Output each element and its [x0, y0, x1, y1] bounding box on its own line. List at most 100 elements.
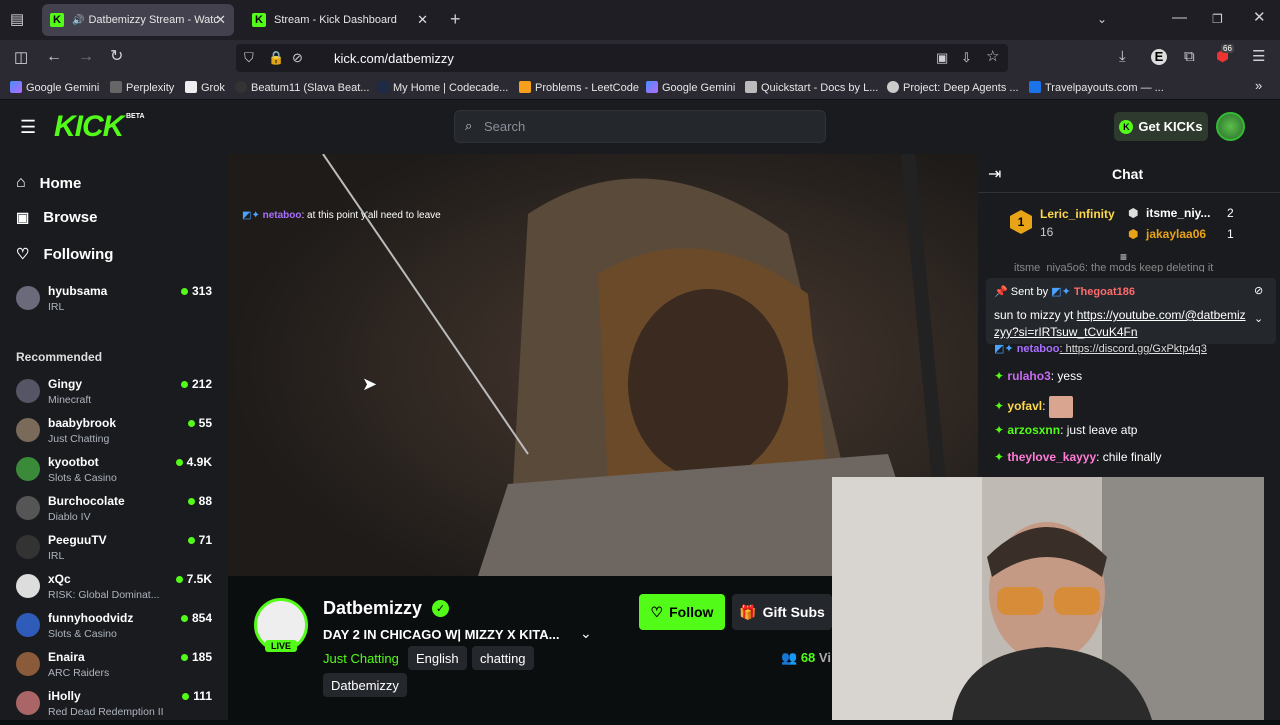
kick-logo[interactable]: KICK [54, 110, 124, 144]
unpin-icon[interactable]: ⊘ [1254, 284, 1263, 297]
permissions-icon[interactable]: ⊘ [292, 50, 303, 66]
sidebar-channel[interactable]: PeeguuTV IRL 71 [16, 533, 216, 569]
avatar [16, 496, 40, 520]
nav-home[interactable]: ⌂ Home [16, 174, 81, 192]
tag-datbemizzy[interactable]: Datbemizzy [323, 673, 407, 697]
extension-e-icon[interactable]: E [1151, 49, 1167, 65]
kicks-coin-icon: K [1119, 119, 1134, 134]
chat-title: Chat [1112, 166, 1144, 182]
viewer-count: 88 [187, 494, 212, 508]
nav-browse[interactable]: ▣ Browse [16, 209, 97, 226]
channel-category: Red Dead Redemption II [48, 706, 164, 718]
downloads-icon[interactable]: ⤓ [1119, 49, 1126, 65]
menu-hamburger-icon[interactable]: ☰ [20, 117, 36, 138]
sidebar-channel[interactable]: Enaira ARC Raiders 185 [16, 650, 216, 686]
tab-datbemizzy[interactable]: K 🔊 Datbemizzy Stream - Watch ✕ [42, 4, 234, 36]
speaker-icon[interactable]: 🔊 [72, 15, 84, 26]
perplexity-icon [110, 81, 122, 93]
tab-overflow-chevron-icon[interactable]: ⌄ [1097, 11, 1107, 27]
bookmark-item[interactable]: Grok [185, 81, 225, 94]
leader-name[interactable]: itsme_niy... [1146, 206, 1210, 220]
category-link[interactable]: Just Chatting [323, 651, 399, 666]
get-kicks-label: Get KICKs [1138, 119, 1203, 134]
forward-icon[interactable]: → [78, 49, 94, 65]
bookmark-item[interactable]: Beatum11 (Slava Beat... [235, 81, 369, 94]
reload-icon[interactable]: ↻ [110, 49, 123, 65]
channel-name: Enaira [48, 650, 85, 664]
bookmark-item[interactable]: Quickstart - Docs by L... [745, 81, 878, 94]
gift-subs-button[interactable]: 🎁 Gift Subs [732, 594, 832, 630]
nav-label: Home [39, 174, 82, 192]
sidebar-toggle-icon[interactable]: ◫ [14, 50, 28, 66]
url-text[interactable]: kick.com/datbemizzy [334, 51, 454, 66]
channel-name: xQc [48, 572, 71, 586]
sidebar-channel[interactable]: baabybrook Just Chatting 55 [16, 416, 216, 452]
video-chat-overlay: ◩✦ netaboo: at this point y'all need to … [242, 210, 441, 221]
leader-name[interactable]: jakaylaa06 [1146, 227, 1206, 241]
tab-title: Datbemizzy Stream - Watch [88, 14, 219, 26]
bookmark-item[interactable]: My Home | Codecade... [377, 81, 508, 94]
badge-icon: ✦ [994, 369, 1005, 383]
extension-badge: 66 [1221, 44, 1234, 53]
leader-name[interactable]: Leric_infinity [1040, 207, 1115, 221]
bookmark-star-icon[interactable]: ☆ [986, 49, 999, 65]
picture-icon[interactable]: ▣ [936, 50, 948, 66]
user-avatar[interactable] [1216, 112, 1245, 141]
sidebar-channel[interactable]: Burchocolate Diablo IV 88 [16, 494, 216, 530]
avatar [16, 535, 40, 559]
tab-list-icon[interactable]: ▤ [10, 12, 24, 28]
tab-kick-dashboard[interactable]: K Stream - Kick Dashboard ✕ [244, 4, 436, 36]
bookmark-item[interactable]: Travelpayouts.com — ... [1029, 81, 1164, 94]
reader-icon[interactable]: ⇩ [961, 50, 972, 66]
follow-button[interactable]: ♡ Follow [639, 594, 725, 630]
leader-count: 1 [1227, 227, 1234, 241]
maximize-icon[interactable]: ❐ [1212, 11, 1223, 27]
new-tab-icon[interactable]: + [450, 10, 461, 28]
chat-message: ✦ rulaho3: yess [994, 369, 1083, 383]
sidebar-channel[interactable]: Gingy Minecraft 212 [16, 377, 216, 413]
browser-tab-bar: ▤ K 🔊 Datbemizzy Stream - Watch ✕ K Stre… [0, 0, 1280, 40]
badge-icon: ◩✦ [1051, 286, 1071, 298]
search-input[interactable]: ⌕ Search [454, 110, 826, 143]
live-dot-icon [180, 380, 188, 388]
pin-icon: 📌 [994, 286, 1008, 298]
bookmarks-overflow-icon[interactable]: » [1255, 78, 1262, 93]
bookmark-item[interactable]: Google Gemini [10, 81, 99, 94]
expand-chevron-icon[interactable]: ⌄ [580, 625, 592, 642]
leader-icon: ⬢ [1128, 227, 1139, 241]
menu-hamburger-icon[interactable]: ☰ [1252, 49, 1265, 65]
grok-icon [185, 81, 197, 93]
minimize-icon[interactable]: — [1172, 10, 1187, 26]
sidebar-channel-hyubsama[interactable]: hyubsama IRL 313 [16, 284, 216, 320]
sidebar-channel[interactable]: funnyhoodvidz Slots & Casino 854 [16, 611, 216, 647]
avatar [16, 418, 40, 442]
back-icon[interactable]: ← [46, 49, 62, 65]
extensions-puzzle-icon[interactable]: ⧉ [1184, 49, 1195, 65]
get-kicks-button[interactable]: K Get KICKs [1114, 112, 1208, 141]
channel-name: Burchocolate [48, 494, 125, 508]
pinned-expand-chevron-icon[interactable]: ⌄ [1254, 312, 1263, 325]
nav-following[interactable]: ♡ Following [16, 245, 113, 264]
bookmark-item[interactable]: Google Gemini [646, 81, 735, 94]
close-tab-icon[interactable]: ✕ [215, 12, 226, 28]
close-tab-icon[interactable]: ✕ [417, 12, 428, 28]
collapse-chat-icon[interactable]: ⇥ [988, 164, 1001, 184]
channel-name[interactable]: Datbemizzy [323, 598, 422, 619]
chat-message-partial: itsme_niya5o6: the mods keep deleting it [1014, 262, 1214, 272]
close-window-icon[interactable]: ✕ [1253, 10, 1266, 26]
bookmark-item[interactable]: Project: Deep Agents ... [887, 81, 1019, 94]
avatar [16, 691, 40, 715]
lock-icon[interactable]: 🔒 [268, 50, 284, 66]
bookmark-item[interactable]: Perplexity [110, 81, 174, 94]
tag-english[interactable]: English [408, 646, 467, 670]
bookmark-item[interactable]: Problems - LeetCode [519, 81, 639, 94]
sidebar-channel[interactable]: xQc RISK: Global Dominat... 7.5K [16, 572, 216, 608]
tab-title: Stream - Kick Dashboard [274, 14, 397, 26]
sidebar-channel[interactable]: kyootbot Slots & Casino 4.9K [16, 455, 216, 491]
tag-chatting[interactable]: chatting [472, 646, 534, 670]
recommended-heading: Recommended [16, 350, 103, 364]
shield-icon[interactable]: ⛉ [244, 50, 254, 66]
badge-icon: ◩✦ [994, 343, 1014, 355]
channel-name: funnyhoodvidz [48, 611, 134, 625]
channel-category: Just Chatting [48, 433, 110, 445]
